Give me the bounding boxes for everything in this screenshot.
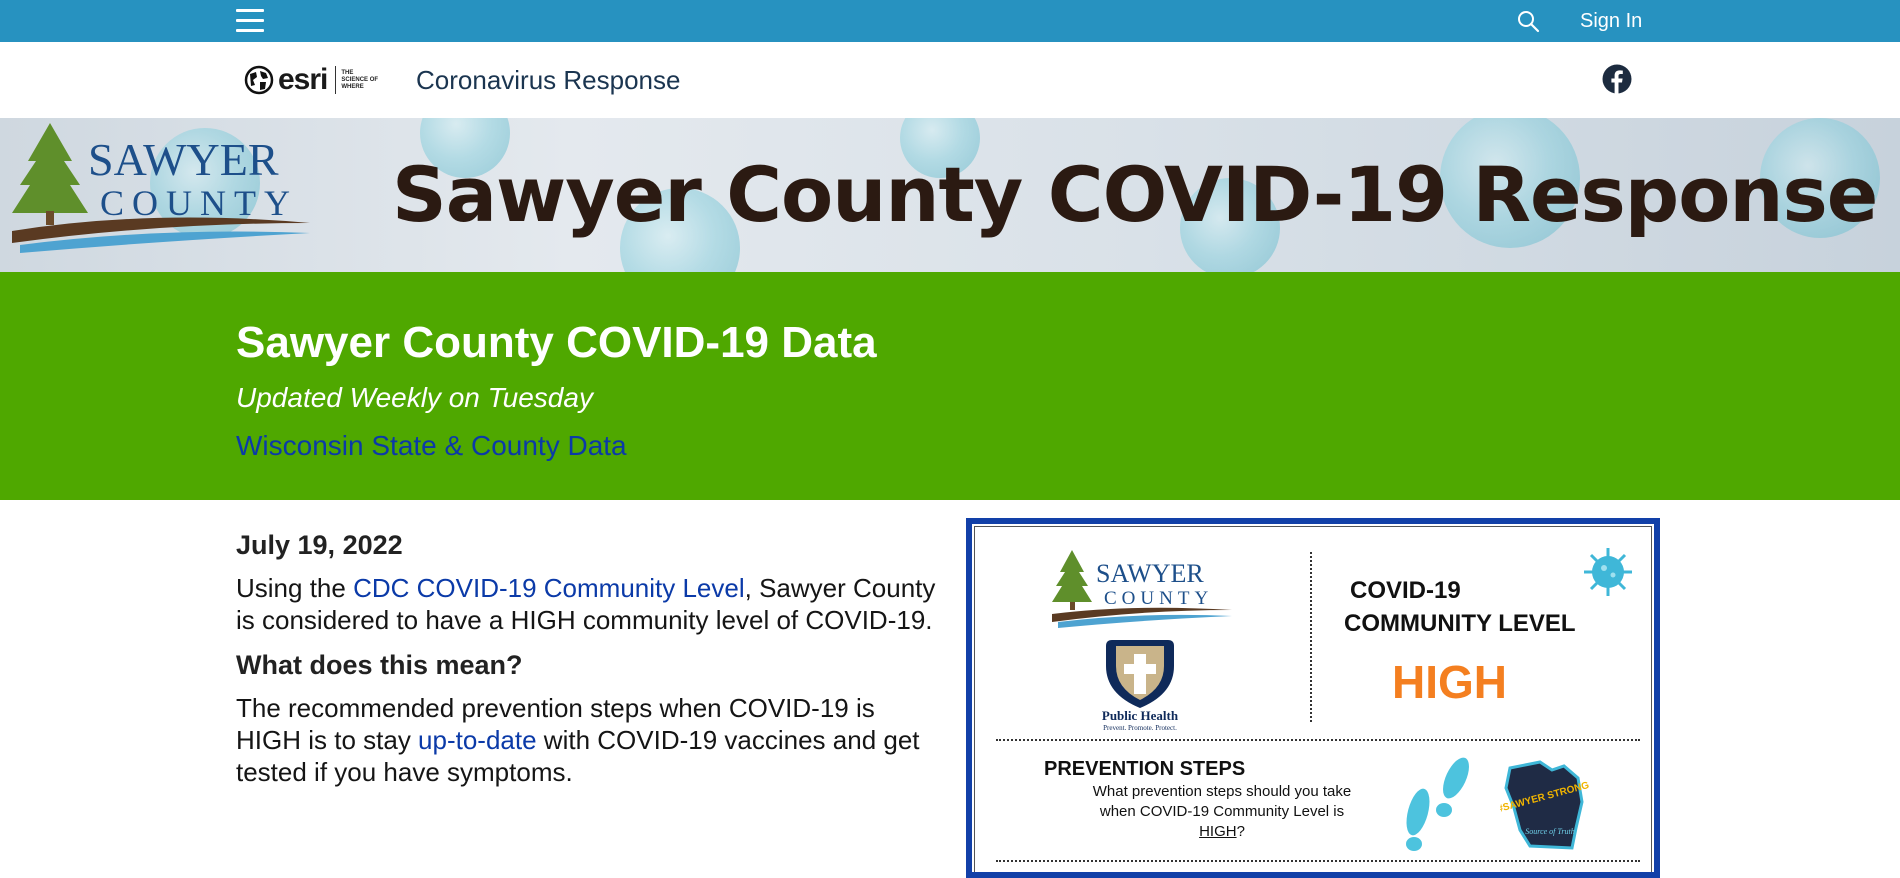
up-to-date-link[interactable]: up-to-date bbox=[418, 725, 537, 755]
sawyer-county-small-logo: SAWYER COUNTY bbox=[1052, 550, 1232, 628]
prevention-question-level: HIGH bbox=[1199, 823, 1237, 840]
public-health-logo: Public Health Prevent. Promote. Protect. bbox=[1102, 640, 1179, 732]
hero-banner: SAWYER COUNTY Sawyer County COVID-19 Res… bbox=[0, 118, 1900, 272]
site-header: esri THE SCIENCE OF WHERE Coronavirus Re… bbox=[0, 42, 1900, 119]
top-nav-bar: Sign In bbox=[0, 0, 1900, 42]
community-level-title-line2: COMMUNITY LEVEL bbox=[1344, 610, 1576, 637]
data-section-subtitle: Updated Weekly on Tuesday bbox=[236, 382, 593, 413]
globe-icon bbox=[244, 65, 274, 95]
esri-logo[interactable]: esri THE SCIENCE OF WHERE bbox=[244, 62, 381, 98]
facebook-icon[interactable] bbox=[1602, 64, 1632, 94]
article-question-heading: What does this mean? bbox=[236, 650, 523, 680]
banner-title: Sawyer County COVID-19 Response bbox=[392, 150, 1878, 239]
small-logo-county: COUNTY bbox=[1104, 588, 1213, 609]
prevention-question-end: ? bbox=[1236, 823, 1245, 840]
footprints-icon bbox=[1406, 757, 1469, 851]
wisconsin-badge-icon: #SAWYER STRONG Source of Truth bbox=[1500, 760, 1590, 850]
logo-text-county: COUNTY bbox=[100, 183, 298, 223]
horizontal-divider-bottom bbox=[996, 860, 1640, 862]
sawyer-county-logo: SAWYER COUNTY bbox=[12, 123, 310, 253]
sign-in-link[interactable]: Sign In bbox=[1580, 8, 1642, 34]
hamburger-menu-icon[interactable] bbox=[236, 8, 264, 34]
cdc-community-level-link[interactable]: CDC COVID-19 Community Level bbox=[353, 573, 745, 603]
community-level-title-line1: COVID-19 bbox=[1350, 577, 1461, 604]
wi-badge-subtext: Source of Truth bbox=[1525, 827, 1574, 836]
esri-wordmark: esri bbox=[278, 63, 328, 96]
public-health-tagline: Prevent. Promote. Protect. bbox=[1103, 724, 1177, 732]
data-section-title: Sawyer County COVID-19 Data bbox=[236, 318, 877, 367]
small-logo-sawyer: SAWYER bbox=[1096, 559, 1204, 588]
site-title-link[interactable]: Coronavirus Response bbox=[416, 62, 680, 98]
community-level-infographic: SAWYER COUNTY Public Health Prevent. Pro… bbox=[966, 518, 1660, 878]
data-section: Sawyer County COVID-19 Data Updated Week… bbox=[0, 272, 1900, 500]
search-icon[interactable] bbox=[1516, 9, 1540, 33]
article-paragraph-1: Using the CDC COVID-19 Community Level, … bbox=[236, 572, 936, 636]
article: July 19, 2022 Using the CDC COVID-19 Com… bbox=[236, 528, 936, 800]
article-date: July 19, 2022 bbox=[236, 530, 403, 560]
community-level-value: HIGH bbox=[1392, 656, 1507, 708]
community-level-title: COVID-19 COMMUNITY LEVEL bbox=[1344, 574, 1576, 640]
logo-text-sawyer: SAWYER bbox=[88, 134, 279, 185]
public-health-name: Public Health bbox=[1102, 708, 1179, 723]
vertical-divider bbox=[1310, 552, 1312, 722]
esri-tagline: THE SCIENCE OF WHERE bbox=[341, 69, 379, 90]
paragraph-text: Using the bbox=[236, 573, 354, 603]
logo-divider bbox=[335, 66, 337, 94]
prevention-steps-title: PREVENTION STEPS bbox=[1044, 758, 1246, 780]
state-county-data-link[interactable]: Wisconsin State & County Data bbox=[236, 428, 627, 464]
horizontal-divider bbox=[996, 739, 1640, 741]
article-paragraph-2: The recommended prevention steps when CO… bbox=[236, 692, 936, 788]
prevention-question: What prevention steps should you take wh… bbox=[1082, 782, 1362, 842]
prevention-question-text: What prevention steps should you take wh… bbox=[1092, 783, 1352, 820]
virus-icon bbox=[1584, 548, 1632, 596]
